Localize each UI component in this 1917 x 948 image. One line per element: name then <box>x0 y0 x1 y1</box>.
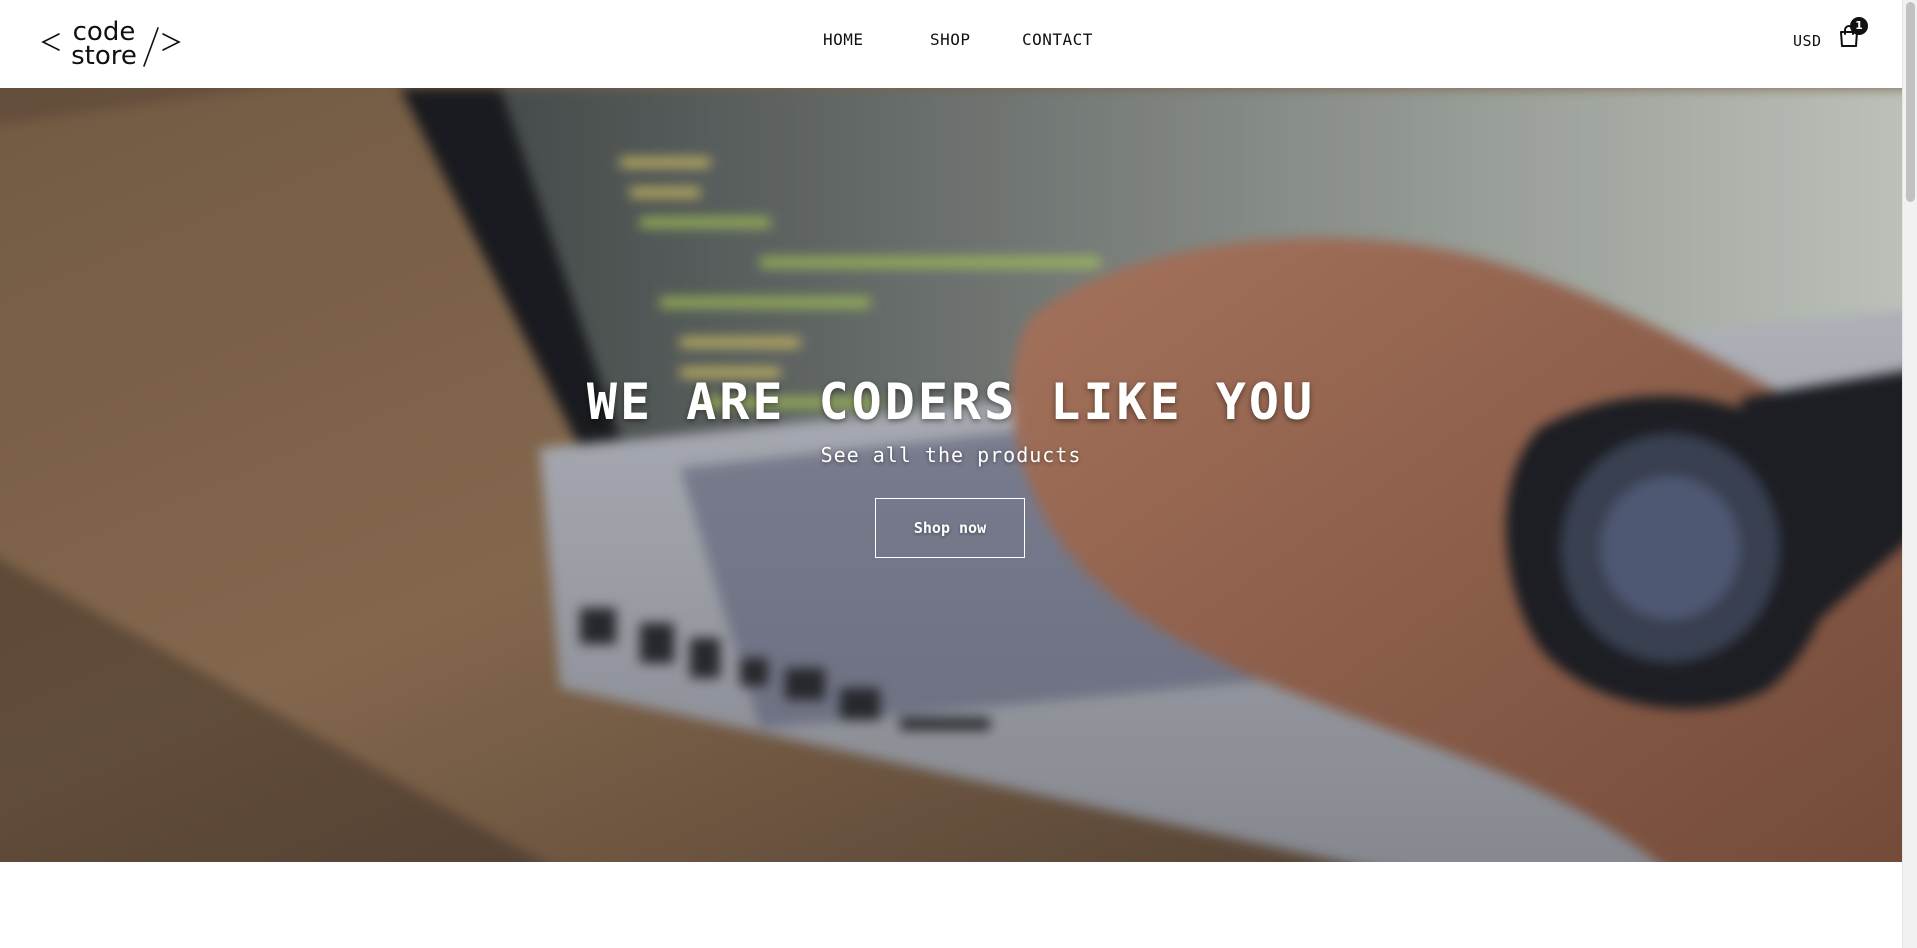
page-scrollbar[interactable] <box>1902 0 1917 948</box>
hero-title: WE ARE CODERS LIKE YOU <box>586 373 1316 431</box>
currency-selector[interactable]: USD <box>1793 32 1822 50</box>
main-nav: HOME SHOP CONTACT <box>0 30 1902 54</box>
scrollbar-thumb[interactable] <box>1906 2 1915 202</box>
nav-home-link[interactable]: HOME <box>823 30 864 49</box>
cart-button[interactable]: 1 <box>1838 17 1868 52</box>
content-area <box>0 862 1902 948</box>
page: code store HOME SHOP CONTACT USD 1 WE AR… <box>0 0 1902 948</box>
shop-now-button[interactable]: Shop now <box>875 498 1025 558</box>
cart-count-badge: 1 <box>1850 17 1868 35</box>
hero-banner: WE ARE CODERS LIKE YOU See all the produ… <box>0 88 1902 862</box>
nav-contact-link[interactable]: CONTACT <box>1022 30 1093 49</box>
site-header: code store HOME SHOP CONTACT USD 1 <box>0 0 1902 88</box>
nav-shop-link[interactable]: SHOP <box>930 30 971 49</box>
hero-subtitle: See all the products <box>820 443 1082 467</box>
